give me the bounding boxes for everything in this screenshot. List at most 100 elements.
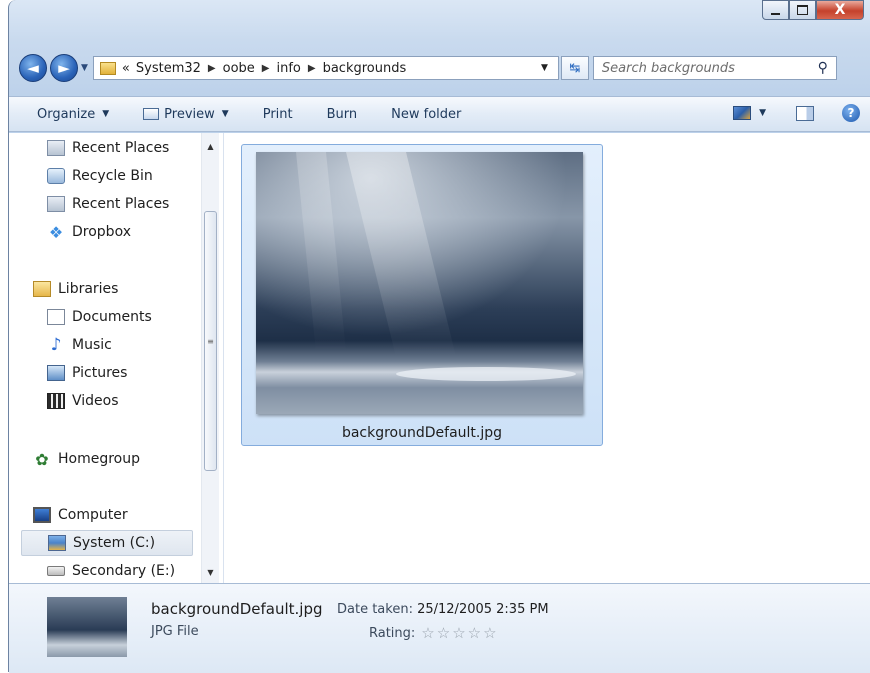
organize-label: Organize — [37, 106, 96, 122]
rating-stars-icon[interactable]: ☆☆☆☆☆ — [421, 624, 498, 642]
sidebar-item-label: System (C:) — [73, 535, 156, 551]
new-folder-label: New folder — [391, 106, 462, 122]
change-view-icon[interactable] — [733, 106, 752, 120]
view-options-dropdown-icon[interactable]: ▼ — [759, 108, 766, 118]
breadcrumb-chevron-icon[interactable]: ▶ — [262, 63, 270, 74]
details-filetype: JPG File — [151, 624, 199, 639]
preview-button[interactable]: Preview ▼ — [143, 107, 229, 122]
recent-places-icon — [47, 196, 65, 212]
details-thumbnail — [47, 597, 127, 657]
search-input[interactable]: Search backgrounds ⚲ — [592, 56, 837, 80]
rating-label: Rating: — [369, 625, 416, 641]
details-date-taken: Date taken: 25/12/2005 2:35 PM — [337, 602, 549, 617]
sidebar-item-label: Pictures — [72, 365, 128, 381]
sidebar-item-label: Libraries — [58, 281, 119, 297]
sidebar-item-computer[interactable]: Computer — [33, 502, 128, 528]
burn-label: Burn — [326, 106, 358, 122]
folder-icon — [99, 61, 116, 75]
navigation-pane: Recent Places Recycle Bin Recent Places … — [9, 133, 224, 583]
date-taken-value[interactable]: 25/12/2005 2:35 PM — [417, 602, 548, 617]
recent-pages-dropdown-icon[interactable]: ▼ — [81, 63, 88, 73]
scrollbar-thumb[interactable]: ≡ — [204, 211, 217, 471]
view-controls: ▼ ? — [733, 104, 860, 122]
sidebar-item-label: Homegroup — [58, 451, 141, 467]
close-icon: X — [834, 2, 846, 18]
sidebar-item-label: Recycle Bin — [72, 168, 153, 184]
sidebar-item-documents[interactable]: Documents — [47, 304, 152, 330]
new-folder-button[interactable]: New folder — [391, 107, 461, 122]
forward-arrow-icon: ► — [58, 59, 70, 77]
back-arrow-icon: ◄ — [27, 59, 39, 77]
image-thumbnail — [256, 152, 583, 414]
scroll-down-icon[interactable]: ▼ — [202, 563, 219, 581]
minimize-button[interactable] — [762, 0, 789, 20]
breadcrumb-chevron-icon[interactable]: ▶ — [208, 63, 216, 74]
drive-icon — [48, 535, 66, 551]
maximize-icon — [797, 5, 808, 15]
sidebar-item-label: Documents — [72, 309, 152, 325]
recycle-bin-icon — [47, 168, 65, 184]
sidebar-item-recent-places-2[interactable]: Recent Places — [47, 191, 169, 217]
documents-icon — [47, 309, 65, 325]
back-button[interactable]: ◄ — [19, 54, 47, 82]
breadcrumb-chevron-icon[interactable]: ▶ — [308, 63, 316, 74]
print-label: Print — [262, 106, 293, 122]
libraries-icon — [33, 281, 51, 297]
sidebar-item-music[interactable]: ♪ Music — [47, 332, 112, 358]
breadcrumb-oobe[interactable]: oobe — [223, 61, 255, 76]
sidebar-item-libraries[interactable]: Libraries — [33, 276, 118, 302]
sidebar-item-pictures[interactable]: Pictures — [47, 360, 127, 386]
sidebar-item-secondary-e[interactable]: Secondary (E:) — [47, 558, 175, 583]
sidebar-item-label: Music — [72, 337, 112, 353]
close-button[interactable]: X — [816, 0, 864, 20]
chevron-down-icon: ▼ — [221, 109, 229, 119]
pictures-icon — [47, 365, 65, 381]
preview-pane-icon[interactable] — [796, 105, 814, 121]
sidebar-item-label: Secondary (E:) — [72, 563, 176, 579]
chevron-down-icon: ▼ — [102, 109, 110, 119]
address-bar[interactable]: « System32 ▶ oobe ▶ info ▶ backgrounds ▼ — [92, 56, 559, 80]
file-name: backgroundDefault.jpg — [341, 425, 503, 441]
details-rating: Rating: ☆☆☆☆☆ — [369, 624, 499, 642]
file-list: backgroundDefault.jpg — [224, 133, 870, 583]
refresh-button[interactable]: ↹ — [560, 56, 589, 80]
sidebar-item-label: Recent Places — [72, 196, 170, 212]
print-button[interactable]: Print — [263, 107, 293, 122]
help-icon[interactable]: ? — [842, 104, 860, 122]
computer-icon — [33, 507, 51, 523]
details-filename: backgroundDefault.jpg — [151, 600, 323, 618]
breadcrumb-info[interactable]: info — [277, 61, 301, 76]
sidebar-item-dropbox[interactable]: ❖ Dropbox — [47, 219, 131, 245]
explorer-window: X ◄ ► ▼ « System32 ▶ oobe ▶ info ▶ backg… — [8, 0, 870, 673]
date-taken-label: Date taken: — [337, 602, 413, 617]
details-pane: backgroundDefault.jpg JPG File Date take… — [9, 583, 870, 673]
sidebar-item-videos[interactable]: Videos — [47, 388, 119, 414]
drive-icon — [47, 566, 65, 576]
search-icon[interactable]: ⚲ — [818, 60, 828, 76]
sidebar-item-recent-places[interactable]: Recent Places — [47, 135, 169, 161]
breadcrumb-overflow[interactable]: « — [122, 61, 130, 76]
sidebar-item-homegroup[interactable]: ✿ Homegroup — [33, 446, 140, 472]
maximize-button[interactable] — [789, 0, 816, 20]
burn-button[interactable]: Burn — [327, 107, 358, 122]
navigation-scrollbar[interactable]: ▲ ≡ ▼ — [201, 133, 219, 583]
organize-button[interactable]: Organize ▼ — [37, 107, 109, 122]
file-item-backgrounddefault[interactable]: backgroundDefault.jpg — [241, 144, 603, 446]
music-icon: ♪ — [50, 335, 62, 355]
videos-icon — [47, 393, 65, 409]
breadcrumb-system32[interactable]: System32 — [136, 61, 201, 76]
navigation-bar: ◄ ► ▼ « System32 ▶ oobe ▶ info ▶ backgro… — [19, 50, 870, 86]
breadcrumb-backgrounds[interactable]: backgrounds — [323, 61, 407, 76]
forward-button[interactable]: ► — [50, 54, 78, 82]
recent-places-icon — [47, 140, 65, 156]
scroll-up-icon[interactable]: ▲ — [202, 137, 219, 155]
sidebar-item-system-c[interactable]: System (C:) — [21, 530, 193, 556]
search-placeholder: Search backgrounds — [601, 60, 735, 76]
caption-buttons: X — [762, 0, 864, 20]
sidebar-item-recycle-bin[interactable]: Recycle Bin — [47, 163, 153, 189]
address-dropdown-icon[interactable]: ▼ — [541, 63, 548, 73]
sidebar-item-label: Videos — [72, 393, 119, 409]
sidebar-item-label: Dropbox — [72, 224, 131, 240]
command-bar: Organize ▼ Preview ▼ Print Burn New fold… — [9, 96, 870, 132]
sidebar-item-label: Computer — [58, 507, 128, 523]
